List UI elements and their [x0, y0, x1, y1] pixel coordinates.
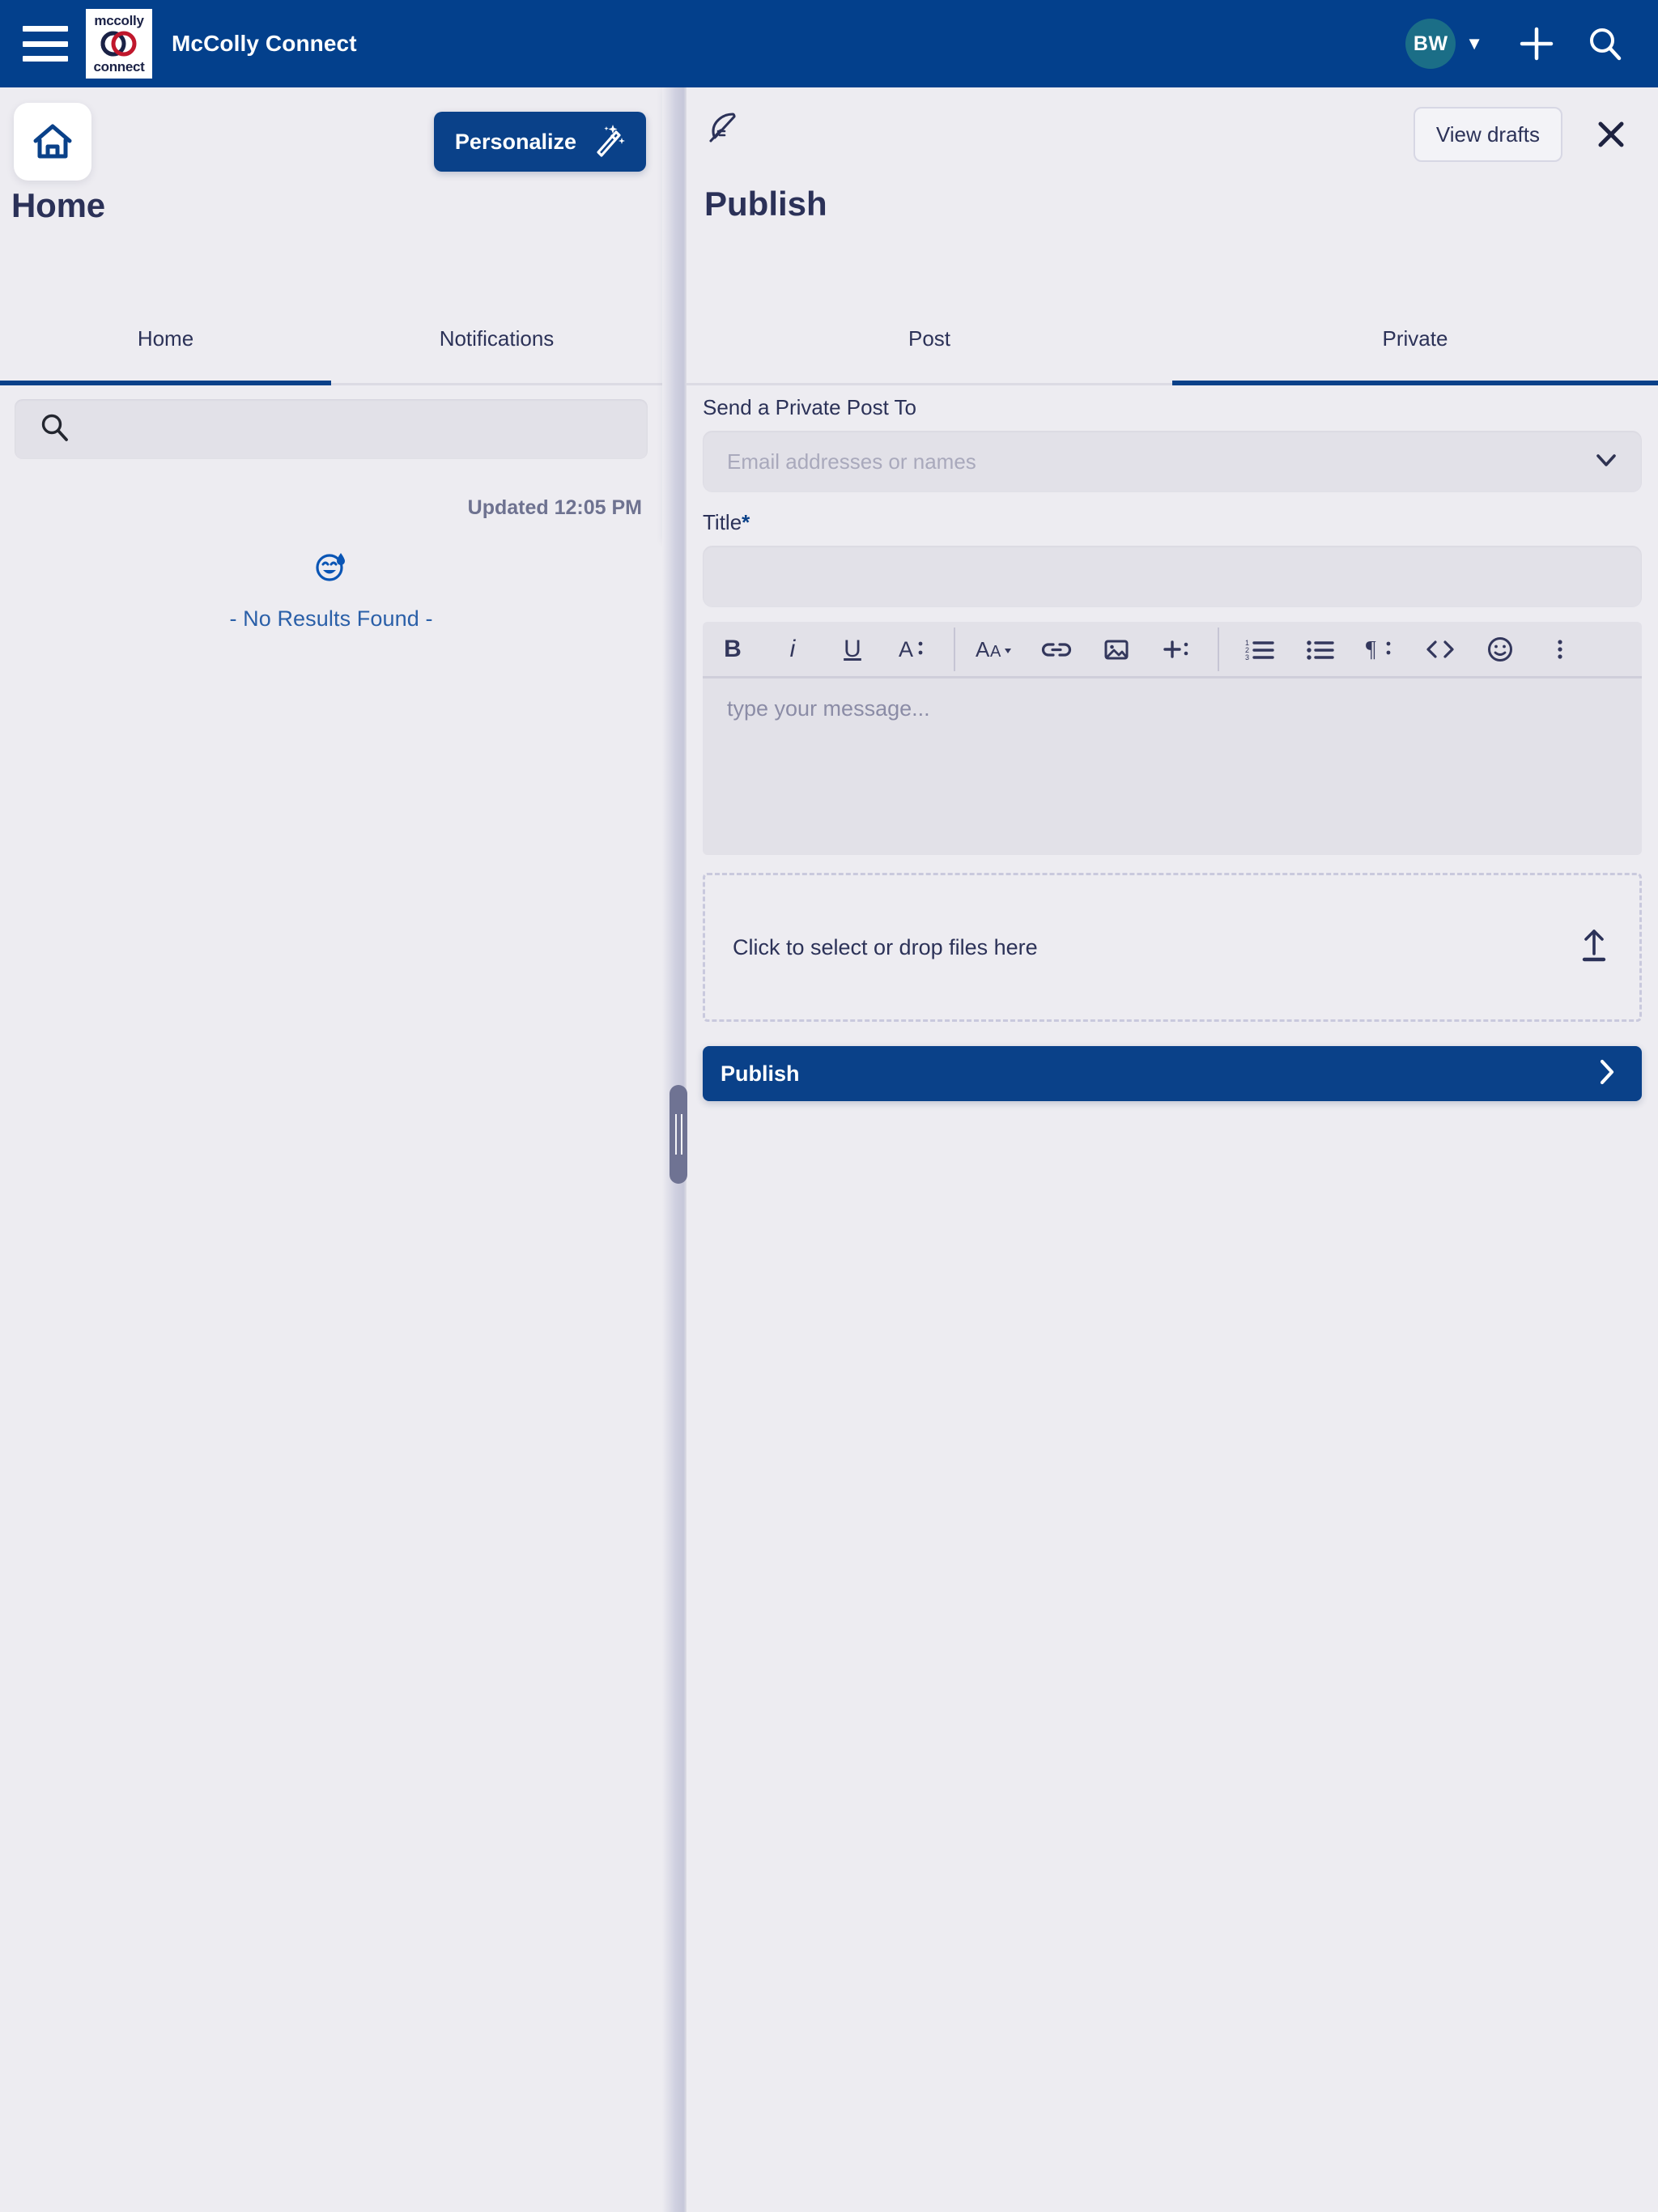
image-icon[interactable]: [1086, 621, 1146, 678]
tab-post[interactable]: Post: [687, 321, 1172, 383]
recipient-input-field[interactable]: [727, 449, 1590, 474]
title-field-label-text: Title: [703, 510, 742, 534]
title-input[interactable]: [703, 546, 1642, 607]
home-icon[interactable]: [14, 103, 91, 181]
empty-state-text: - No Results Found -: [229, 606, 433, 631]
empty-state: - No Results Found -: [0, 549, 662, 632]
svg-text:A: A: [899, 637, 913, 661]
recipient-select[interactable]: [703, 431, 1642, 492]
drag-handle-line: [674, 1114, 677, 1155]
bold-button[interactable]: B: [703, 621, 763, 678]
search-icon[interactable]: [1579, 18, 1630, 70]
tab-home-label: Home: [137, 326, 194, 351]
publish-panel-title: Publish: [704, 185, 827, 223]
title-input-field[interactable]: [727, 564, 1618, 589]
logo-top-text: mccolly: [94, 13, 144, 28]
upload-arrow-icon: [1576, 927, 1612, 968]
panel-drag-handle[interactable]: [670, 1085, 687, 1184]
logo-bottom-text: connect: [93, 59, 145, 74]
hamburger-line: [23, 56, 68, 62]
file-dropzone[interactable]: Click to select or drop files here: [703, 873, 1642, 1022]
tab-home[interactable]: Home: [0, 321, 331, 385]
hamburger-line: [23, 26, 68, 32]
personalize-button[interactable]: Personalize: [433, 112, 646, 172]
text-color-button[interactable]: A: [882, 621, 942, 678]
publish-panel-header: View drafts Publish: [687, 87, 1658, 298]
svg-text:A: A: [990, 643, 1001, 661]
ordered-list-icon[interactable]: 1 2 3: [1231, 621, 1290, 678]
tab-notifications[interactable]: Notifications: [331, 321, 662, 383]
search-input-field[interactable]: [86, 417, 604, 441]
page-title: Home: [11, 186, 105, 224]
plus-icon[interactable]: [1511, 18, 1562, 70]
chevron-down-icon[interactable]: [1590, 444, 1622, 480]
avatar[interactable]: BW: [1405, 19, 1456, 69]
app-bar-actions: BW ▼: [1405, 18, 1630, 70]
underline-button[interactable]: U: [823, 621, 882, 678]
emoji-icon[interactable]: [1470, 621, 1530, 678]
svg-text:A: A: [976, 637, 990, 661]
tab-private-label: Private: [1382, 326, 1448, 351]
left-pane-header: Personalize Home: [0, 87, 662, 298]
title-field-label: Title*: [703, 510, 1658, 535]
tab-post-label: Post: [908, 326, 951, 351]
hamburger-line: [23, 40, 68, 47]
avatar-caret-icon[interactable]: ▼: [1465, 35, 1483, 53]
toolbar-divider: [954, 627, 955, 671]
publish-panel: View drafts Publish Post Private Send a …: [687, 87, 1658, 2212]
publish-button[interactable]: Publish: [703, 1046, 1642, 1101]
paragraph-button[interactable]: ¶: [1350, 621, 1410, 678]
message-editor[interactable]: type your message...: [703, 678, 1642, 855]
view-drafts-button-label: View drafts: [1435, 121, 1540, 147]
magic-wand-icon: [591, 123, 625, 161]
svg-text:¶: ¶: [1366, 637, 1376, 662]
search-input[interactable]: [15, 399, 648, 459]
drag-handle-line: [680, 1114, 682, 1155]
view-drafts-button[interactable]: View drafts: [1413, 107, 1562, 162]
mccolly-connect-logo[interactable]: mccolly connect: [86, 9, 152, 79]
hamburger-menu-icon[interactable]: [23, 26, 68, 62]
sweat-smile-emoji-icon: [313, 549, 349, 589]
font-size-button[interactable]: A A: [967, 621, 1027, 678]
editor-toolbar: B i U A A A 1 2 3 ¶: [703, 622, 1642, 678]
personalize-button-label: Personalize: [454, 129, 576, 154]
link-icon[interactable]: [1027, 621, 1086, 678]
top-app-bar: mccolly connect McColly Connect BW ▼: [0, 0, 1658, 87]
bullet-list-icon[interactable]: [1290, 621, 1350, 678]
close-icon[interactable]: [1588, 112, 1634, 157]
required-marker: *: [742, 510, 750, 534]
italic-button[interactable]: i: [763, 621, 823, 678]
code-icon[interactable]: [1410, 621, 1470, 678]
updated-timestamp: Updated 12:05 PM: [467, 496, 642, 519]
file-dropzone-text: Click to select or drop files here: [733, 934, 1038, 959]
quill-feather-icon: [703, 108, 740, 150]
left-pane-tabs: Home Notifications: [0, 321, 662, 385]
tab-notifications-label: Notifications: [439, 326, 555, 351]
search-icon: [39, 412, 70, 447]
more-options-icon[interactable]: [1530, 621, 1590, 678]
publish-button-label: Publish: [721, 1061, 800, 1086]
insert-button[interactable]: [1146, 621, 1206, 678]
publish-panel-tabs: Post Private: [687, 321, 1658, 385]
toolbar-divider: [1218, 627, 1219, 671]
chevron-right-icon: [1593, 1055, 1621, 1093]
svg-text:3: 3: [1245, 653, 1249, 661]
publish-form: Send a Private Post To Title* B i U: [687, 395, 1658, 1101]
logo-interlocking-circles-icon: [100, 31, 137, 57]
message-editor-placeholder: type your message...: [727, 696, 930, 721]
left-pane: Personalize Home Home Notifications Upda…: [0, 87, 662, 2212]
tab-private[interactable]: Private: [1172, 321, 1658, 385]
app-title: McColly Connect: [172, 31, 357, 56]
recipient-field-label: Send a Private Post To: [703, 395, 917, 419]
rich-text-editor: B i U A A A 1 2 3 ¶ type your message...: [703, 622, 1642, 855]
